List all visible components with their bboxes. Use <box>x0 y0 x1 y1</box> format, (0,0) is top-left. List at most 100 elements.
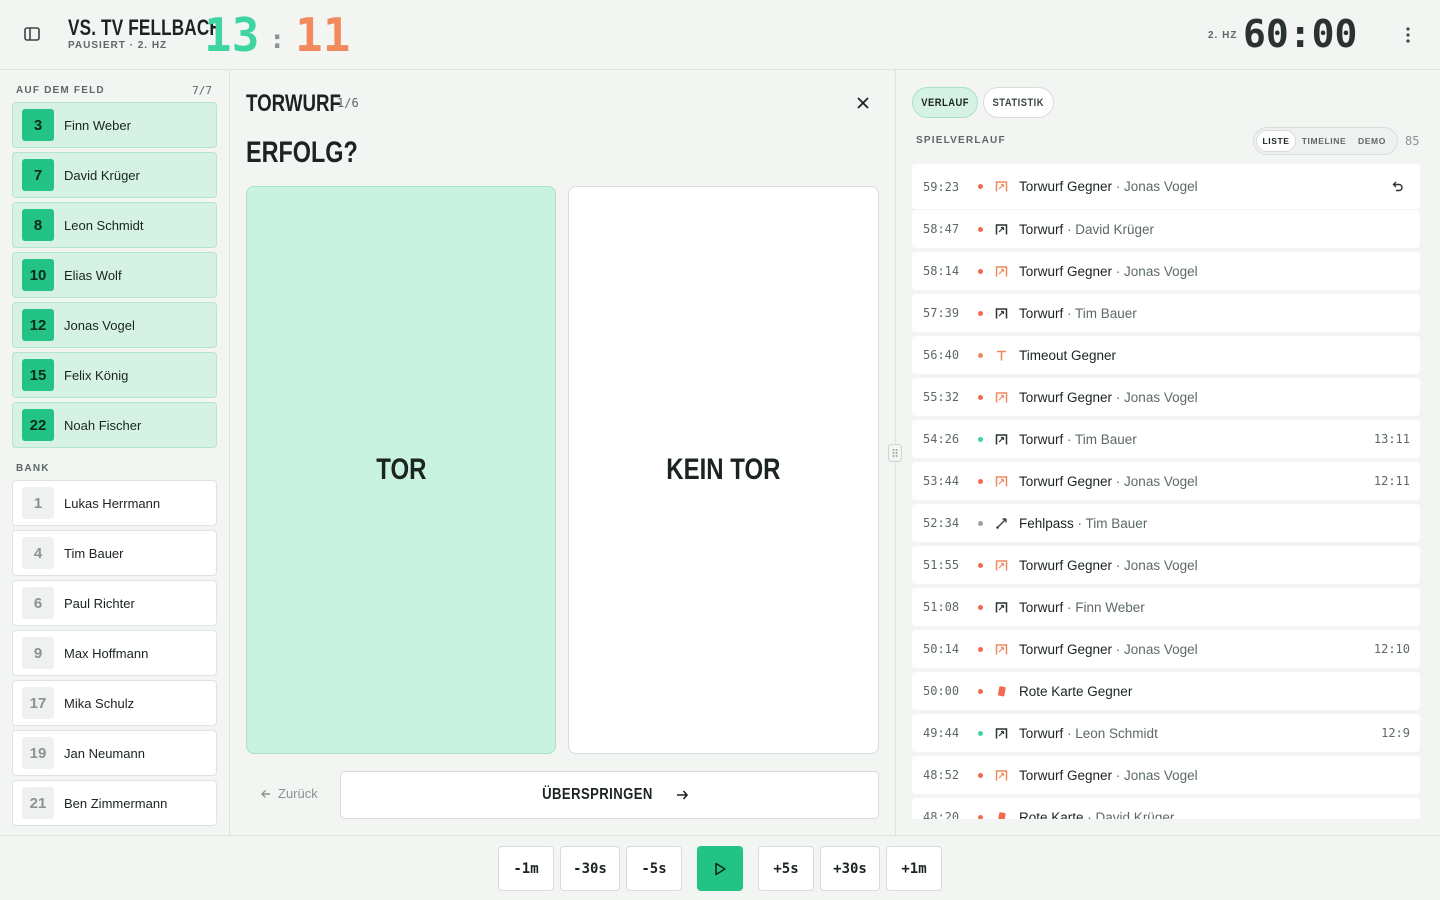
goal-opponent-icon <box>994 264 1008 278</box>
event-type: Torwurf <box>1019 725 1064 741</box>
play-button[interactable] <box>697 846 743 891</box>
event-row[interactable]: 48:52 Torwurf Gegner · Jonas Vogel <box>912 756 1420 794</box>
event-row[interactable]: 56:40 Timeout Gegner <box>912 336 1420 374</box>
action-panel: TORWURF 1/6 ERFOLG? TOR KEIN TOR Zurück … <box>230 70 896 835</box>
plus-1m-button[interactable]: +1m <box>886 846 942 891</box>
event-time: 58:14 <box>923 264 960 278</box>
field-player[interactable]: 8 Leon Schmidt <box>12 202 217 248</box>
event-row[interactable]: 48:20 Rote Karte · David Krüger <box>912 798 1420 819</box>
bench-player[interactable]: 1 Lukas Herrmann <box>12 480 217 526</box>
event-row[interactable]: 58:14 Torwurf Gegner · Jonas Vogel <box>912 252 1420 290</box>
roster-panel: AUF DEM FELD 7/7 3 Finn Weber 7 David Krüg… <box>0 70 230 835</box>
game-clock[interactable]: 60:00 <box>1243 12 1357 56</box>
event-status-dot <box>978 730 983 736</box>
no-goal-button[interactable]: KEIN TOR <box>568 186 879 754</box>
event-row[interactable]: 50:00 Rote Karte Gegner <box>912 672 1420 710</box>
plus-5s-button[interactable]: +5s <box>758 846 814 891</box>
event-type: Torwurf Gegner <box>1019 641 1113 657</box>
back-button[interactable]: Zurück <box>260 786 318 801</box>
match-status: PAUSIERT · 2. HZ <box>68 40 168 51</box>
event-score: 12:9 <box>1381 726 1410 740</box>
timeout-icon <box>994 348 1008 362</box>
bench-player[interactable]: 17 Mika Schulz <box>12 680 217 726</box>
event-row[interactable]: 52:34 Fehlpass · Tim Bauer <box>912 504 1420 542</box>
event-status-dot <box>978 268 983 274</box>
close-icon[interactable] <box>854 94 872 112</box>
skip-button[interactable]: ÜBERSPRINGEN <box>340 771 879 819</box>
player-name: Elias Wolf <box>64 267 122 283</box>
bench-player[interactable]: 9 Max Hoffmann <box>12 630 217 676</box>
event-row[interactable]: 57:39 Torwurf · Tim Bauer <box>912 294 1420 332</box>
action-step: 1/6 <box>337 96 359 110</box>
event-row[interactable]: 51:55 Torwurf Gegner · Jonas Vogel <box>912 546 1420 584</box>
tab-verlauf[interactable]: VERLAUF <box>912 87 978 118</box>
sidebar-toggle-icon[interactable] <box>22 24 42 44</box>
minus-30s-button[interactable]: -30s <box>560 846 620 891</box>
event-type: Torwurf Gegner <box>1019 767 1113 783</box>
event-separator: · <box>1112 641 1125 657</box>
field-player[interactable]: 3 Finn Weber <box>12 102 217 148</box>
action-question: ERFOLG? <box>246 136 358 169</box>
red-card-icon <box>994 684 1008 698</box>
goal-button[interactable]: TOR <box>246 186 556 754</box>
away-score: 11 <box>295 8 351 62</box>
event-time: 48:20 <box>923 810 960 819</box>
half-label: 2. HZ <box>1208 30 1238 41</box>
event-player: David Krüger <box>1095 809 1175 820</box>
event-player: Jonas Vogel <box>1124 389 1198 405</box>
event-description: Torwurf Gegner · Jonas Vogel <box>1019 474 1198 489</box>
event-status-dot <box>978 688 983 694</box>
event-time: 53:44 <box>923 474 960 488</box>
history-panel: VERLAUF STATISTIK SPIELVERLAUF LISTE TIM… <box>896 70 1440 835</box>
event-status-dot <box>978 394 983 400</box>
player-name: Noah Fischer <box>64 417 142 433</box>
field-player[interactable]: 15 Felix König <box>12 352 217 398</box>
arrow-left-icon <box>261 789 270 798</box>
event-type: Torwurf Gegner <box>1019 179 1113 194</box>
goal-icon <box>994 432 1008 446</box>
event-type: Torwurf Gegner <box>1019 389 1113 405</box>
goal-opponent-icon <box>994 642 1008 656</box>
player-number: 4 <box>22 537 54 569</box>
event-status-dot <box>978 436 983 442</box>
field-player[interactable]: 7 David Krüger <box>12 152 217 198</box>
event-row[interactable]: 54:26 Torwurf · Tim Bauer 13:11 <box>912 420 1420 458</box>
event-row[interactable]: 53:44 Torwurf Gegner · Jonas Vogel 12:11 <box>912 462 1420 500</box>
player-number: 1 <box>22 487 54 519</box>
field-player[interactable]: 12 Jonas Vogel <box>12 302 217 348</box>
view-mode-list[interactable]: LISTE <box>1256 130 1296 152</box>
view-mode-timeline[interactable]: TIMELINE <box>1296 130 1352 152</box>
minus-5s-button[interactable]: -5s <box>626 846 682 891</box>
arrow-right-icon <box>676 790 689 800</box>
event-player: Jonas Vogel <box>1124 473 1198 489</box>
plus-30s-button[interactable]: +30s <box>820 846 880 891</box>
tab-statistik[interactable]: STATISTIK <box>983 87 1054 118</box>
bench-player[interactable]: 4 Tim Bauer <box>12 530 217 576</box>
goal-opponent-icon <box>994 474 1008 488</box>
event-row[interactable]: 49:44 Torwurf · Leon Schmidt 12:9 <box>912 714 1420 752</box>
bench-player[interactable]: 6 Paul Richter <box>12 580 217 626</box>
field-player[interactable]: 22 Noah Fischer <box>12 402 217 448</box>
view-mode-demo[interactable]: DEMO <box>1352 130 1392 152</box>
event-row[interactable]: 59:23 Torwurf Gegner · Jonas Vogel <box>912 164 1420 209</box>
event-row[interactable]: 51:08 Torwurf · Finn Weber <box>912 588 1420 626</box>
player-name: Jan Neumann <box>64 745 145 761</box>
more-menu-icon[interactable] <box>1398 25 1418 45</box>
undo-icon[interactable] <box>1390 180 1404 194</box>
event-separator: · <box>1063 221 1076 237</box>
event-time: 54:26 <box>923 432 960 446</box>
event-player: Tim Bauer <box>1085 515 1148 531</box>
event-time: 50:14 <box>923 642 960 656</box>
bench-player[interactable]: 19 Jan Neumann <box>12 730 217 776</box>
event-separator: · <box>1063 431 1076 447</box>
event-row[interactable]: 58:47 Torwurf · David Krüger <box>912 210 1420 248</box>
field-player[interactable]: 10 Elias Wolf <box>12 252 217 298</box>
event-status-dot <box>978 184 983 189</box>
event-player: Jonas Vogel <box>1124 263 1198 279</box>
event-description: Torwurf Gegner · Jonas Vogel <box>1019 768 1198 783</box>
event-row[interactable]: 55:32 Torwurf Gegner · Jonas Vogel <box>912 378 1420 416</box>
event-row[interactable]: 50:14 Torwurf Gegner · Jonas Vogel 12:10 <box>912 630 1420 668</box>
minus-1m-button[interactable]: -1m <box>498 846 554 891</box>
bench-player[interactable]: 21 Ben Zimmermann <box>12 780 217 826</box>
event-time: 52:34 <box>923 516 960 530</box>
